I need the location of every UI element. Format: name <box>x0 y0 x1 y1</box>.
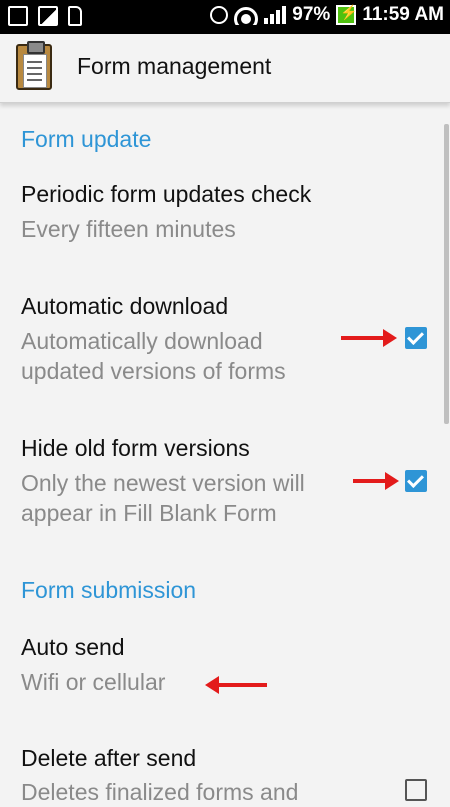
image-icon <box>38 6 58 26</box>
pref-summary: Every fifteen minutes <box>21 216 236 242</box>
category-form-submission: Form submission <box>21 577 197 603</box>
sd-card-icon <box>68 6 82 26</box>
app-toolbar: Form management <box>0 34 450 103</box>
mail-icon <box>8 6 28 26</box>
pref-title: Auto send <box>21 634 125 660</box>
pref-summary: Wifi or cellular <box>21 669 166 695</box>
battery-charging-icon <box>336 4 358 25</box>
signal-icon <box>264 6 287 24</box>
automatic-download-checkbox[interactable] <box>405 327 427 349</box>
hide-old-versions-checkbox[interactable] <box>405 470 427 492</box>
annotation-arrow <box>341 329 397 347</box>
clipboard-icon <box>16 41 52 90</box>
annotation-arrow <box>353 472 399 490</box>
pref-summary: Only the newest version will appear in F… <box>21 470 305 526</box>
scrollbar[interactable] <box>444 124 449 424</box>
pref-title: Automatic download <box>21 293 229 319</box>
pref-summary: Deletes finalized forms and <box>21 779 299 805</box>
pref-title: Delete after send <box>21 745 197 771</box>
battery-percent: 97% <box>292 4 331 25</box>
pref-summary: Automatically download updated versions … <box>21 328 286 384</box>
pref-title: Periodic form updates check <box>21 181 312 207</box>
category-form-update: Form update <box>21 126 152 152</box>
status-bar: 97% 11:59 AM <box>0 0 450 34</box>
pref-title: Hide old form versions <box>21 435 250 461</box>
clock: 11:59 AM <box>362 4 444 25</box>
wifi-icon <box>234 5 259 25</box>
alarm-icon <box>210 6 229 24</box>
page-title: Form management <box>77 53 272 79</box>
delete-after-send-checkbox[interactable] <box>405 779 427 801</box>
annotation-arrow <box>205 676 267 694</box>
